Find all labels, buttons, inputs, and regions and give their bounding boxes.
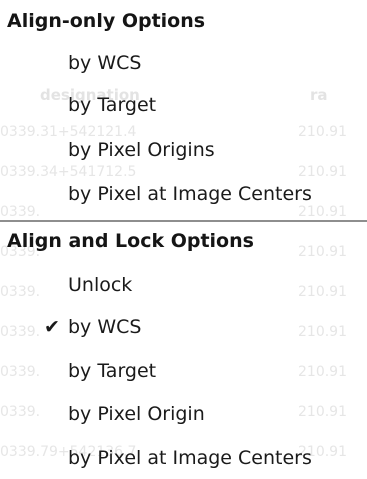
menu-item-lock-by-pixel-at-image-centers[interactable]: by Pixel at Image Centers bbox=[0, 439, 367, 479]
menu-item-label: by Pixel at Image Centers bbox=[68, 447, 312, 469]
menu-item-label: by Target bbox=[68, 360, 157, 382]
menu-item-align-by-pixel-at-image-centers[interactable]: by Pixel at Image Centers bbox=[0, 175, 367, 215]
alignment-menu: Align-only Options by WCS by Target by P… bbox=[0, 0, 367, 479]
menu-item-lock-by-wcs[interactable]: ✔ by WCS bbox=[0, 308, 367, 348]
align-only-header: Align-only Options bbox=[7, 10, 206, 32]
menu-item-lock-by-pixel-origin[interactable]: by Pixel Origin bbox=[0, 395, 367, 435]
menu-item-lock-by-target[interactable]: by Target bbox=[0, 352, 367, 392]
menu-item-align-by-wcs[interactable]: by WCS bbox=[0, 44, 367, 84]
align-and-lock-header: Align and Lock Options bbox=[7, 230, 254, 252]
menu-item-label: by Pixel Origin bbox=[68, 403, 205, 425]
checkmark-icon: ✔ bbox=[44, 316, 60, 338]
menu-item-label: by WCS bbox=[68, 52, 142, 74]
menu-item-label: by Pixel at Image Centers bbox=[68, 183, 312, 205]
menu-separator bbox=[0, 220, 367, 222]
menu-item-label: by Target bbox=[68, 94, 157, 116]
menu-item-align-by-pixel-origins[interactable]: by Pixel Origins bbox=[0, 131, 367, 171]
menu-item-label: Unlock bbox=[68, 274, 133, 296]
menu-item-label: by Pixel Origins bbox=[68, 139, 215, 161]
menu-item-unlock[interactable]: Unlock bbox=[0, 266, 367, 306]
menu-item-align-by-target[interactable]: by Target bbox=[0, 86, 367, 126]
menu-item-label: by WCS bbox=[68, 316, 142, 338]
